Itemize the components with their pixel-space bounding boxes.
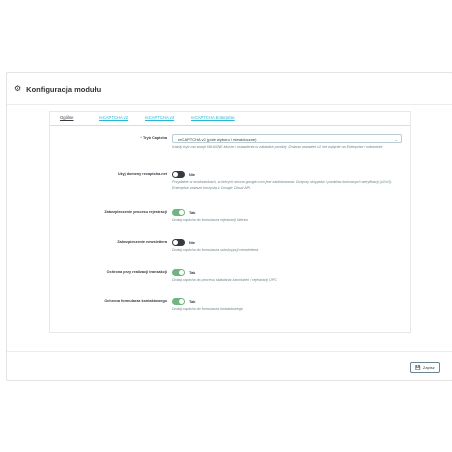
tab-recaptcha-enterprise[interactable]: reCAPTCHA Enterprise (191, 115, 235, 120)
registration-label: Zabezpieczenie procesu rejestracji (104, 210, 167, 214)
tab-bar: Ogólne reCAPTCHA v2 reCAPTCHA v3 reCAPTC… (50, 112, 410, 126)
captcha-mode-value: reCAPTCHA v2 (pole wyboru / niewidoczne) (178, 137, 257, 142)
toggle-knob (173, 239, 178, 245)
newsletter-label: Zabezpieczenie newslettera (117, 240, 167, 244)
contact-help: Dodaj captcha do formularza kontaktowego (172, 307, 243, 311)
recaptcha-net-toggle[interactable] (172, 170, 185, 178)
cogs-icon: ⚙ (14, 84, 22, 93)
recaptcha-net-label: Użyj domeny recaptcha.net (117, 172, 167, 176)
panel-header: ⚙ Konfiguracja modułu (14, 81, 101, 97)
module-config-panel: ⚙ Konfiguracja modułu Ogólne reCAPTCHA v… (6, 72, 452, 381)
recaptcha-net-state: Nie (189, 171, 196, 177)
recaptcha-net-help: Przydatne w środowiskach, w których stro… (172, 180, 392, 190)
checkout-toggle[interactable] (172, 268, 185, 276)
save-label: Zapisz (422, 365, 435, 370)
toggle-knob (179, 269, 184, 275)
captcha-mode-select[interactable]: reCAPTCHA v2 (pole wyboru / niewidoczne)… (172, 134, 402, 143)
toggle-knob (179, 209, 184, 215)
mode-label: * Tryb Captcha (140, 136, 167, 140)
checkout-state: Tak (189, 269, 196, 275)
settings-card: Ogólne reCAPTCHA v2 reCAPTCHA v3 reCAPTC… (49, 111, 411, 333)
newsletter-help: Dodaj captcha do formularza subskrypcji … (172, 248, 259, 252)
recaptcha-net-control: Nie Przydatne w środowiskach, w których … (172, 170, 402, 191)
footer-divider (7, 351, 452, 352)
required-mark: * (140, 136, 142, 140)
chevron-down-icon: ⌄ (394, 137, 398, 142)
registration-toggle[interactable] (172, 208, 185, 216)
contact-control: Tak Dodaj captcha do formularza kontakto… (172, 297, 402, 313)
contact-label: Ochrona formularza kontaktowego (104, 299, 167, 303)
registration-state: Tak (189, 209, 196, 215)
newsletter-state: Nie (189, 239, 196, 245)
mode-label-text: Tryb Captcha (142, 136, 167, 140)
mode-help: Każdy tryb ma swoje WŁASNE klucze i usta… (172, 145, 384, 149)
tab-recaptcha-v3[interactable]: reCAPTCHA v3 (145, 115, 174, 120)
header-divider (7, 104, 452, 105)
contact-state: Tak (189, 298, 196, 304)
newsletter-control: Nie Dodaj captcha do formularza subskryp… (172, 238, 402, 254)
floppy-disk-icon: 💾 (415, 364, 421, 370)
panel-title: Konfiguracja modułu (26, 84, 102, 94)
contact-toggle[interactable] (172, 297, 185, 305)
tab-recaptcha-v2[interactable]: reCAPTCHA v2 (99, 115, 128, 120)
registration-control: Tak Dodaj captcha do formularza rejestra… (172, 208, 402, 224)
checkout-help: Dodaj captcha do procesu składania zamów… (172, 278, 277, 282)
checkout-label: Ochrona przy realizacji transakcji (106, 270, 167, 274)
mode-control: reCAPTCHA v2 (pole wyboru / niewidoczne)… (172, 134, 402, 151)
toggle-knob (173, 171, 178, 177)
save-button[interactable]: 💾 Zapisz (410, 362, 440, 373)
checkout-control: Tak Dodaj captcha do procesu składania z… (172, 268, 402, 284)
newsletter-toggle[interactable] (172, 238, 185, 246)
tab-general[interactable]: Ogólne (60, 115, 74, 120)
toggle-knob (179, 298, 184, 304)
registration-help: Dodaj captcha do formularza rejestracji … (172, 218, 248, 222)
